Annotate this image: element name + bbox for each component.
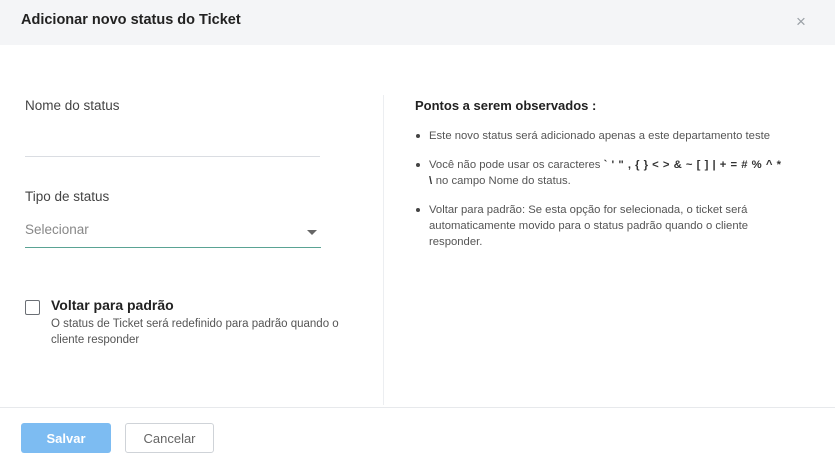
dialog-footer: Salvar Cancelar [0,407,835,464]
dialog-header: Adicionar novo status do Ticket × [0,0,835,45]
close-icon[interactable]: × [793,13,809,31]
status-name-input[interactable] [25,129,320,157]
save-button[interactable]: Salvar [21,423,111,453]
status-type-label: Tipo de status [25,189,110,204]
status-type-value: Selecionar [25,222,89,237]
caret-down-icon [307,230,317,235]
note-text: no campo Nome do status. [432,175,571,187]
note-item: Voltar para padrão: Se esta opção for se… [415,202,785,250]
note-item: Este novo status será adicionado apenas … [415,128,785,144]
form-panel: Nome do status Tipo de status Selecionar… [0,45,383,407]
note-text: Você não pode usar os caracteres [429,159,604,171]
notes-list: Este novo status será adicionado apenas … [415,128,785,250]
cancel-button[interactable]: Cancelar [125,423,214,453]
dialog-title: Adicionar novo status do Ticket [21,12,241,28]
note-item: Você não pode usar os caracteres ` ' " ,… [415,157,785,189]
status-name-label: Nome do status [25,98,120,113]
notes-title: Pontos a serem observados : [415,98,597,113]
revert-default-checkbox[interactable] [25,300,40,315]
revert-default-description: O status de Ticket será redefinido para … [51,318,339,346]
revert-default-label: Voltar para padrão [51,297,174,313]
notes-panel: Pontos a serem observados : Este novo st… [384,45,835,407]
status-type-select[interactable]: Selecionar [25,215,321,248]
